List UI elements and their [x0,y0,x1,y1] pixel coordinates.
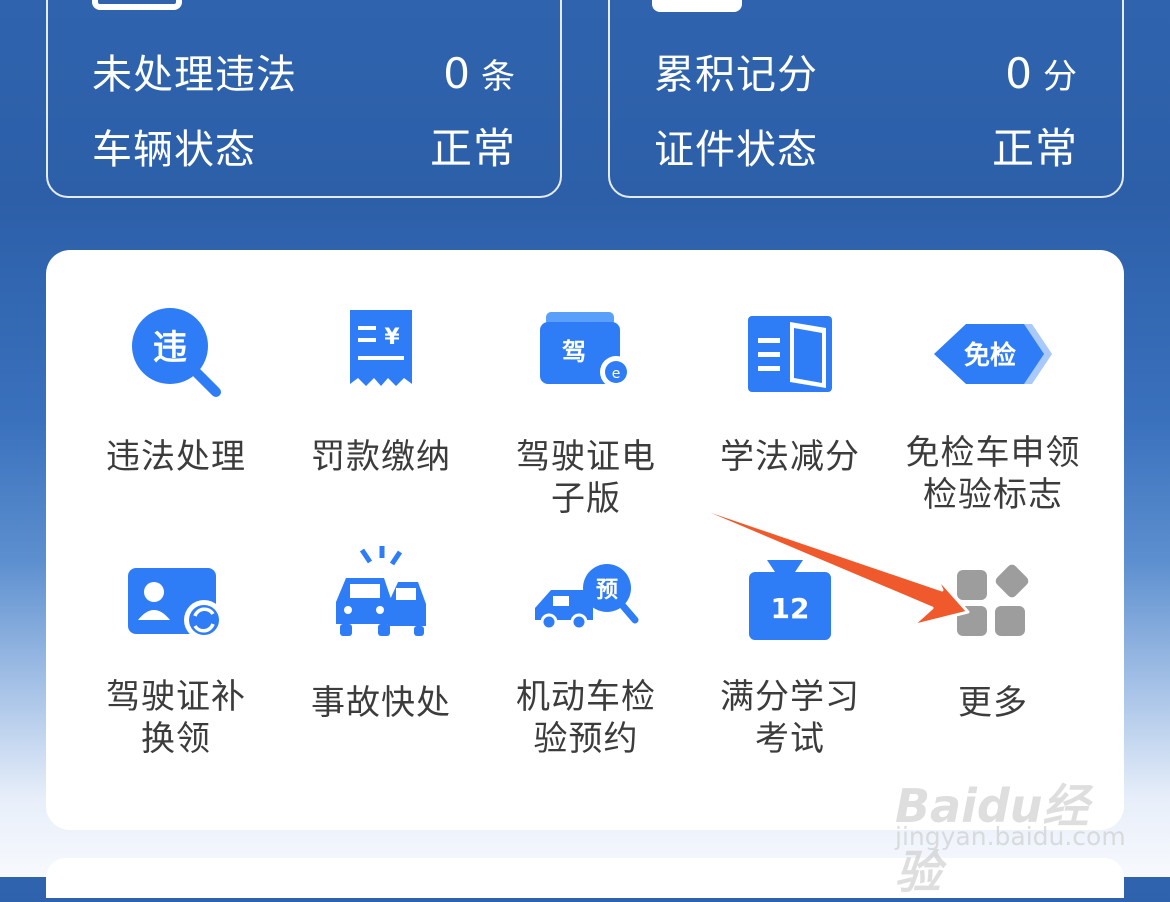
fine-receipt-icon: ¥ [350,310,412,386]
service-full-score-exam[interactable]: 12 满分学习 考试 [687,550,893,780]
service-quick-accident[interactable]: 事故快处 [278,546,484,780]
service-label-line: 驾驶证电 [516,437,656,477]
exemption-badge-icon: 免检 [934,324,1052,384]
card-header-icon [652,0,742,12]
car-accident-icon [336,546,426,636]
summary-row-vehicle-status: 车辆状态 正常 [92,115,516,176]
summary-row-points: 累积记分 0分 [654,42,1078,100]
service-study-law-reduce-points[interactable]: 学法减分 [687,300,893,530]
summary-label: 未处理违法 [92,52,297,98]
service-label: 事故快处 [311,683,451,723]
svg-text:12: 12 [771,592,810,625]
service-label-line: 考试 [755,719,825,759]
summary-value: 0分 [1005,49,1078,98]
svg-text:预: 预 [596,578,618,603]
summary-value: 正常 [429,124,516,173]
summary-label: 累积记分 [654,52,818,98]
svg-text:违: 违 [153,328,187,368]
summary-label: 车辆状态 [92,127,256,173]
summary-value: 0条 [443,49,516,98]
service-inspection-appointment[interactable]: 预 机动车检 验预约 [483,550,689,780]
service-label: 违法处理 [106,437,246,477]
e-license-icon: 驾 e [540,312,632,388]
license-renew-icon [128,568,224,640]
svg-text:驾: 驾 [562,338,586,366]
service-label-line: 免检车申领 [905,433,1081,473]
summary-row-violations: 未处理违法 0条 [92,42,516,100]
svg-text:¥: ¥ [384,325,400,350]
service-label: 学法减分 [720,437,860,477]
svg-text:免检: 免检 [964,340,1016,371]
service-label-line: 检验标志 [923,475,1063,515]
violation-summary-card[interactable]: 未处理违法 0条 车辆状态 正常 [46,0,562,198]
calendar-exam-icon: 12 [749,560,831,640]
service-label-line: 满分学习 [720,677,860,717]
service-label-line: 驾驶证补 [106,677,246,717]
svg-text:e: e [612,366,621,382]
card-header-icon [92,0,182,10]
service-label-line: 换领 [141,719,211,759]
violation-magnifier-icon: 违 [132,308,221,397]
summary-row-license-status: 证件状态 正常 [654,115,1078,176]
service-more[interactable]: 更多 [890,550,1096,780]
service-fine-payment[interactable]: ¥ 罚款缴纳 [278,300,484,530]
more-grid-icon [957,564,1029,636]
service-violation-handling[interactable]: 违 违法处理 [73,300,279,530]
book-icon [748,316,832,392]
service-license-renewal[interactable]: 驾驶证补 换领 [73,550,279,780]
service-exemption-sticker[interactable]: 免检 免检车申领 检验标志 [890,300,1096,530]
service-label: 罚款缴纳 [311,437,451,477]
baidu-watermark: Baidu经验 jingyan.baidu.com [895,779,1126,899]
summary-label: 证件状态 [654,127,818,173]
summary-value: 正常 [991,124,1078,173]
service-e-license[interactable]: 驾 e 驾驶证电 子版 [483,300,689,530]
points-summary-card[interactable]: 累积记分 0分 证件状态 正常 [608,0,1124,198]
service-label-line: 机动车检 [516,677,656,717]
service-label: 更多 [958,683,1028,723]
inspection-appointment-icon: 预 [535,564,639,631]
services-panel: 违 违法处理 ¥ 罚款缴纳 驾 e 驾驶证电 子版 学法减分 免检 免检车申领 … [46,250,1124,830]
service-label-line: 验预约 [533,719,639,759]
service-label-line: 子版 [551,479,621,519]
